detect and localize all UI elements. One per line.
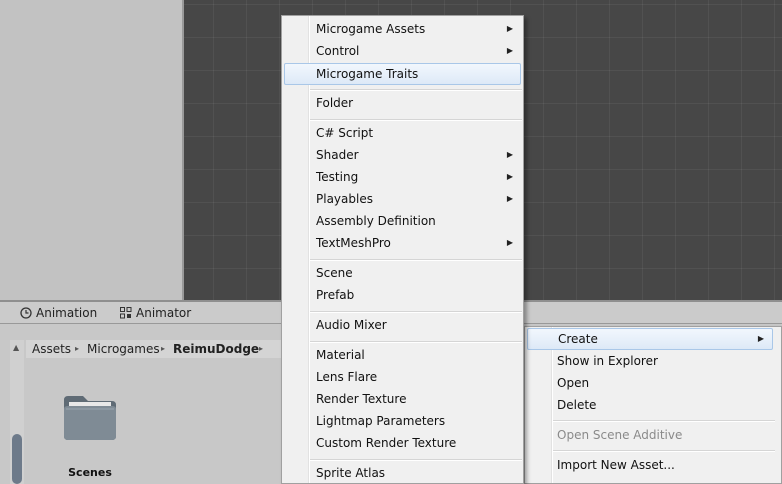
tab-label: Animation: [36, 306, 98, 320]
menu-item-label: Scene: [316, 266, 353, 280]
menu-item-label: Show in Explorer: [557, 354, 658, 368]
menu-item-create[interactable]: Create ▶: [527, 328, 773, 350]
menu-item-audio-mixer[interactable]: Audio Mixer: [284, 314, 521, 336]
tab-animator[interactable]: Animator: [120, 305, 191, 321]
breadcrumb-reimudodge[interactable]: ReimuDodge: [173, 342, 259, 356]
menu-separator: [310, 259, 522, 261]
folder-icon[interactable]: [61, 392, 119, 445]
menu-item-label: Open Scene Additive: [557, 428, 683, 442]
menu-item-label: Lens Flare: [316, 370, 378, 384]
tab-animation[interactable]: Animation: [20, 305, 97, 321]
submenu-arrow-icon: ▶: [506, 46, 513, 55]
scrollbar-thumb[interactable]: [12, 434, 22, 484]
menu-item-microgame-traits[interactable]: Microgame Traits: [284, 63, 521, 85]
scroll-up-arrow-icon[interactable]: ▲: [13, 343, 19, 352]
menu-item-microgame-assets[interactable]: Microgame Assets ▶: [284, 18, 521, 40]
menu-item-render-texture[interactable]: Render Texture: [284, 388, 521, 410]
submenu-arrow-icon: ▶: [506, 24, 513, 33]
menu-item-label: Sprite Atlas: [316, 466, 386, 480]
tab-label: Animator: [136, 306, 192, 320]
inspector-panel: [0, 0, 182, 302]
menu-item-label: Audio Mixer: [316, 318, 387, 332]
menu-item-open[interactable]: Open: [527, 372, 773, 394]
menu-item-testing[interactable]: Testing ▶: [284, 166, 521, 188]
menu-item-sprite-atlas[interactable]: Sprite Atlas: [284, 462, 521, 484]
menu-item-label: Prefab: [316, 288, 355, 302]
animator-icon: [120, 307, 132, 319]
menu-item-label: Lightmap Parameters: [316, 414, 446, 428]
submenu-arrow-icon: ▶: [506, 150, 513, 159]
menu-separator: [310, 341, 522, 343]
menu-item-import-new-asset[interactable]: Import New Asset...: [527, 454, 773, 476]
menu-item-label: Testing: [316, 170, 359, 184]
submenu-arrow-icon: ▶: [506, 172, 513, 181]
menu-item-label: Playables: [316, 192, 373, 206]
menu-item-playables[interactable]: Playables ▶: [284, 188, 521, 210]
menu-item-label: Control: [316, 44, 360, 58]
folder-label[interactable]: Scenes: [40, 466, 140, 479]
menu-item-label: Custom Render Texture: [316, 436, 457, 450]
menu-item-lightmap-parameters[interactable]: Lightmap Parameters: [284, 410, 521, 432]
menu-item-open-scene-additive: Open Scene Additive: [527, 424, 773, 446]
menu-item-prefab[interactable]: Prefab: [284, 284, 521, 306]
menu-item-label: Material: [316, 348, 365, 362]
submenu-arrow-icon: ▶: [506, 238, 513, 247]
menu-item-shader[interactable]: Shader ▶: [284, 144, 521, 166]
menu-separator: [553, 450, 775, 452]
menu-item-show-in-explorer[interactable]: Show in Explorer: [527, 350, 773, 372]
breadcrumb-separator-icon: ▸: [161, 344, 166, 353]
menu-item-label: C# Script: [316, 126, 374, 140]
menu-item-label: Shader: [316, 148, 359, 162]
menu-item-label: Import New Asset...: [557, 458, 675, 472]
clock-icon: [20, 307, 32, 319]
menu-item-lens-flare[interactable]: Lens Flare: [284, 366, 521, 388]
menu-item-scene[interactable]: Scene: [284, 262, 521, 284]
menu-item-label: Assembly Definition: [316, 214, 436, 228]
menu-item-label: Delete: [557, 398, 597, 412]
menu-item-label: Folder: [316, 96, 354, 110]
submenu-arrow-icon: ▶: [506, 194, 513, 203]
breadcrumb-separator-icon: ▸: [75, 344, 80, 353]
menu-item-delete[interactable]: Delete: [527, 394, 773, 416]
menu-separator: [310, 459, 522, 461]
menu-item-label: Create: [558, 332, 598, 346]
create-submenu: Microgame Assets ▶ Control ▶ Microgame T…: [281, 15, 524, 484]
menu-item-csharp-script[interactable]: C# Script: [284, 122, 521, 144]
submenu-arrow-icon: ▶: [757, 334, 764, 343]
menu-separator: [310, 311, 522, 313]
breadcrumb-assets[interactable]: Assets: [32, 342, 71, 356]
menu-item-label: Open: [557, 376, 590, 390]
menu-item-label: Microgame Traits: [316, 67, 419, 81]
menu-item-folder[interactable]: Folder: [284, 92, 521, 114]
menu-item-custom-render-texture[interactable]: Custom Render Texture: [284, 432, 521, 454]
breadcrumb-microgames[interactable]: Microgames: [87, 342, 160, 356]
menu-item-material[interactable]: Material: [284, 344, 521, 366]
menu-item-label: TextMeshPro: [316, 236, 391, 250]
menu-item-assembly-definition[interactable]: Assembly Definition: [284, 210, 521, 232]
menu-separator: [310, 119, 522, 121]
menu-item-textmeshpro[interactable]: TextMeshPro ▶: [284, 232, 521, 254]
menu-separator: [553, 420, 775, 422]
menu-item-control[interactable]: Control ▶: [284, 40, 521, 62]
asset-context-menu: Create ▶ Show in Explorer Open Delete Op…: [524, 326, 782, 484]
menu-item-label: Render Texture: [316, 392, 407, 406]
breadcrumb-separator-icon: ▸: [259, 344, 264, 353]
menu-separator: [310, 89, 522, 91]
menu-item-label: Microgame Assets: [316, 22, 426, 36]
